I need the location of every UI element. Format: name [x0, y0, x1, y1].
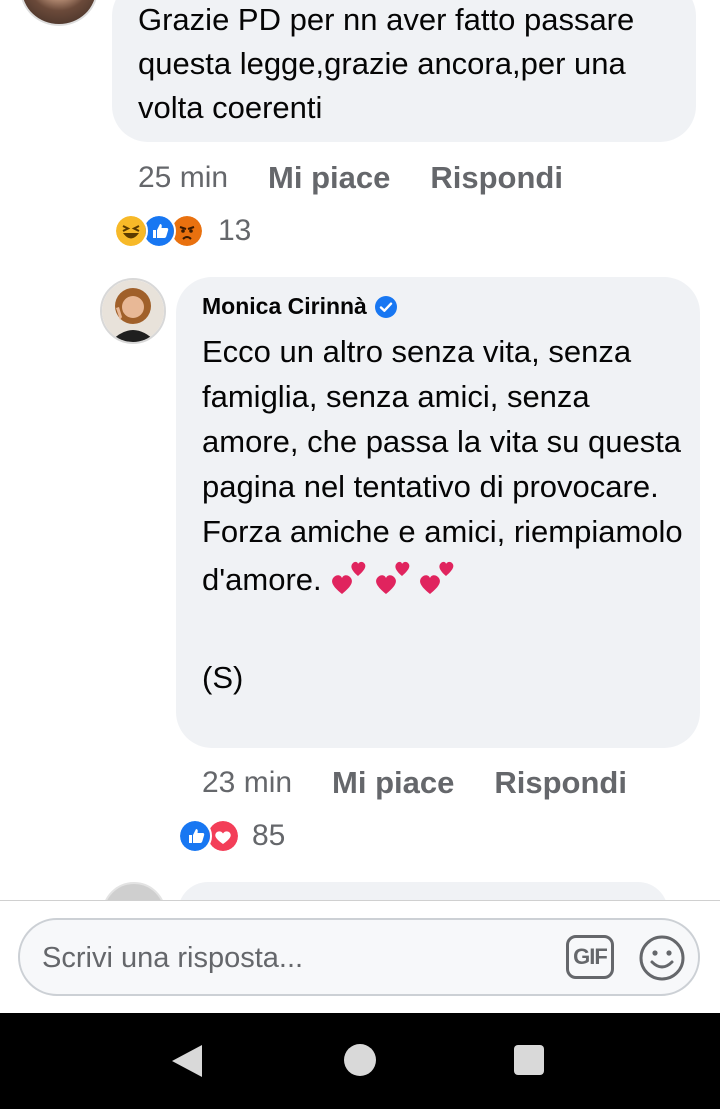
system-nav-bar: [0, 1013, 720, 1109]
reply-input[interactable]: Scrivi una risposta... GIF: [18, 918, 700, 996]
reply-time: 23 min: [202, 766, 293, 799]
two-hearts-icon: [331, 561, 453, 594]
author-name[interactable]: Monica Cirinnà: [202, 293, 367, 320]
signature: (S): [202, 660, 244, 695]
verified-badge-icon: [374, 295, 397, 318]
comment-bubble[interactable]: Grazie PD per nn aver fatto passare ques…: [112, 0, 696, 142]
reply-text: Ecco un altro senza vita, senza famiglia…: [202, 329, 692, 700]
reply-button[interactable]: Rispondi: [430, 160, 563, 196]
commenter-avatar[interactable]: [20, 0, 98, 26]
reply-composer: Scrivi una risposta... GIF: [0, 900, 720, 1014]
profile-photo: [102, 280, 164, 342]
gif-button[interactable]: GIF: [566, 935, 614, 979]
like-icon: [178, 819, 212, 853]
haha-icon: [114, 214, 148, 248]
reply-placeholder: Scrivi una risposta...: [42, 942, 304, 974]
comment-time: 25 min: [138, 161, 229, 194]
reaction-count: 13: [218, 214, 252, 247]
back-icon[interactable]: [170, 1043, 204, 1079]
reply-actions: 23 min Mi piace Rispondi: [202, 763, 627, 803]
author-avatar[interactable]: [100, 278, 166, 344]
reactions-summary[interactable]: 13: [114, 214, 251, 248]
comment-actions: 25 min Mi piace Rispondi: [138, 158, 563, 198]
two-hearts-emoji-group: [328, 554, 458, 610]
emoji-icon[interactable]: [638, 934, 686, 982]
comment-text: Grazie PD per nn aver fatto passare ques…: [138, 2, 635, 125]
home-icon[interactable]: [344, 1044, 376, 1076]
comment-thread-screen: Grazie PD per nn aver fatto passare ques…: [0, 0, 720, 1109]
reply-button[interactable]: Rispondi: [494, 765, 627, 801]
like-button[interactable]: Mi piace: [332, 765, 454, 801]
reply-bubble[interactable]: Monica Cirinnà Ecco un altro senza vita,…: [176, 277, 700, 748]
author-row: Monica Cirinnà: [202, 293, 397, 320]
recent-apps-icon[interactable]: [514, 1045, 544, 1075]
reactions-summary[interactable]: 85: [178, 819, 285, 853]
like-button[interactable]: Mi piace: [268, 160, 390, 196]
reaction-count: 85: [252, 819, 286, 852]
